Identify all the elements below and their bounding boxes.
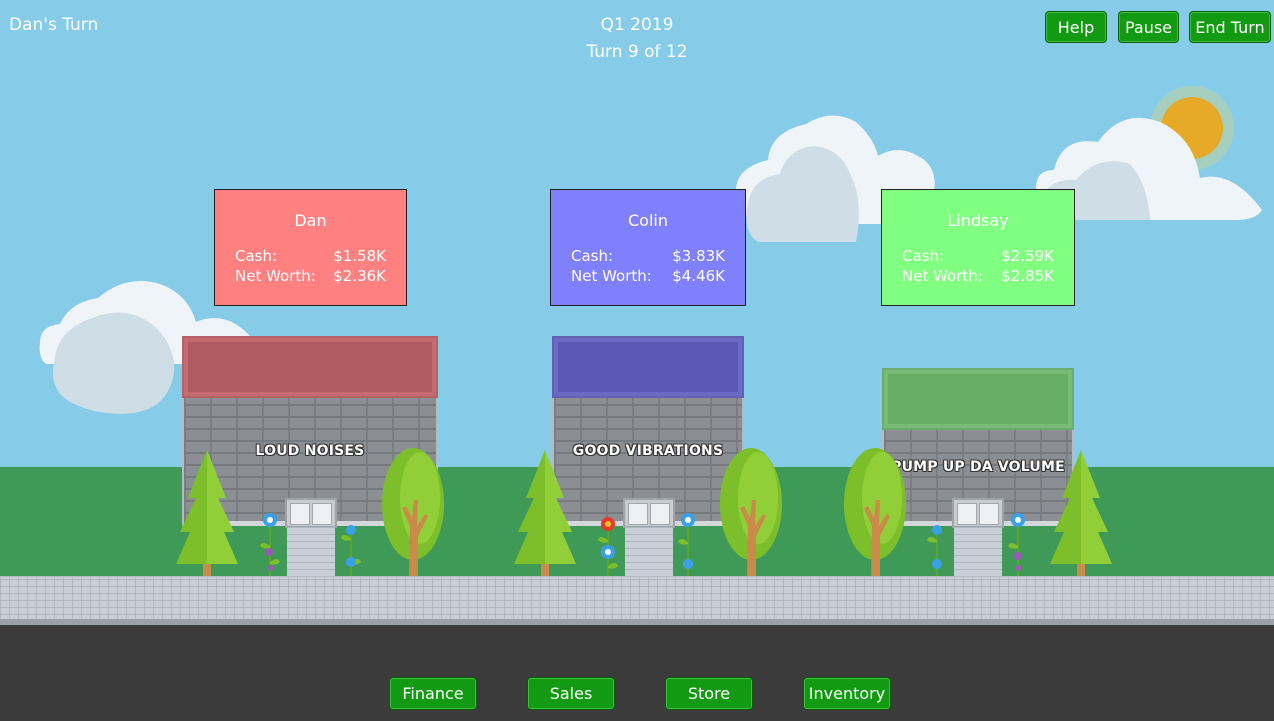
pause-button[interactable]: Pause: [1118, 11, 1179, 43]
help-button[interactable]: Help: [1045, 11, 1107, 43]
player-card-dan: Dan Cash: $1.58K Net Worth: $2.36K: [214, 189, 407, 306]
store-path: [287, 527, 335, 577]
inventory-button[interactable]: Inventory: [803, 677, 891, 710]
finance-button[interactable]: Finance: [389, 677, 477, 710]
net-worth-value: $2.85K: [1001, 267, 1054, 285]
flower-icon: [1008, 513, 1025, 578]
net-worth-row: Net Worth: $2.85K: [902, 267, 1054, 285]
flower-icon: [341, 525, 361, 578]
flower-icon: [260, 513, 280, 578]
door-icon: [623, 498, 675, 528]
player-card-lindsay: Lindsay Cash: $2.59K Net Worth: $2.85K: [881, 189, 1075, 306]
player-name: Colin: [628, 211, 668, 230]
cash-value: $1.58K: [333, 247, 386, 265]
road: [0, 625, 1274, 721]
flower-icon: [598, 517, 618, 578]
end-turn-button[interactable]: End Turn: [1189, 11, 1271, 43]
turn-counter-label: Turn 9 of 12: [586, 42, 688, 62]
store-button[interactable]: Store: [665, 677, 753, 710]
flower-icon: [678, 513, 695, 578]
player-name: Lindsay: [947, 211, 1009, 230]
store-awning: [882, 368, 1074, 430]
net-worth-label: Net Worth:: [571, 267, 652, 285]
player-card-colin: Colin Cash: $3.83K Net Worth: $4.46K: [550, 189, 746, 306]
cash-row: Cash: $1.58K: [235, 247, 386, 265]
leafy-tree-icon: [382, 448, 444, 578]
store-path: [954, 527, 1002, 577]
leafy-tree-icon: [720, 448, 782, 578]
cash-row: Cash: $3.83K: [571, 247, 725, 265]
flower-icon: [927, 525, 942, 578]
cash-value: $3.83K: [672, 247, 725, 265]
door-icon: [952, 498, 1004, 528]
net-worth-label: Net Worth:: [902, 267, 983, 285]
player-name: Dan: [294, 211, 327, 230]
leafy-tree-icon: [844, 448, 906, 578]
cash-label: Cash:: [571, 247, 614, 265]
net-worth-value: $4.46K: [672, 267, 725, 285]
pine-tree-icon: [1050, 450, 1112, 578]
net-worth-value: $2.36K: [333, 267, 386, 285]
cash-value: $2.59K: [1001, 247, 1054, 265]
sidewalk: [0, 576, 1274, 622]
cash-label: Cash:: [235, 247, 278, 265]
store-awning: [182, 336, 438, 398]
cash-label: Cash:: [902, 247, 945, 265]
net-worth-label: Net Worth:: [235, 267, 316, 285]
store-path: [625, 527, 673, 577]
pine-tree-icon: [176, 450, 238, 578]
net-worth-row: Net Worth: $4.46K: [571, 267, 725, 285]
net-worth-row: Net Worth: $2.36K: [235, 267, 386, 285]
store-sign: PUMP UP DA VOLUME: [891, 459, 1065, 475]
door-icon: [285, 498, 337, 528]
sales-button[interactable]: Sales: [527, 677, 615, 710]
pine-tree-icon: [514, 450, 576, 578]
store-awning: [552, 336, 744, 398]
cash-row: Cash: $2.59K: [902, 247, 1054, 265]
store-sign: GOOD VIBRATIONS: [572, 443, 724, 459]
